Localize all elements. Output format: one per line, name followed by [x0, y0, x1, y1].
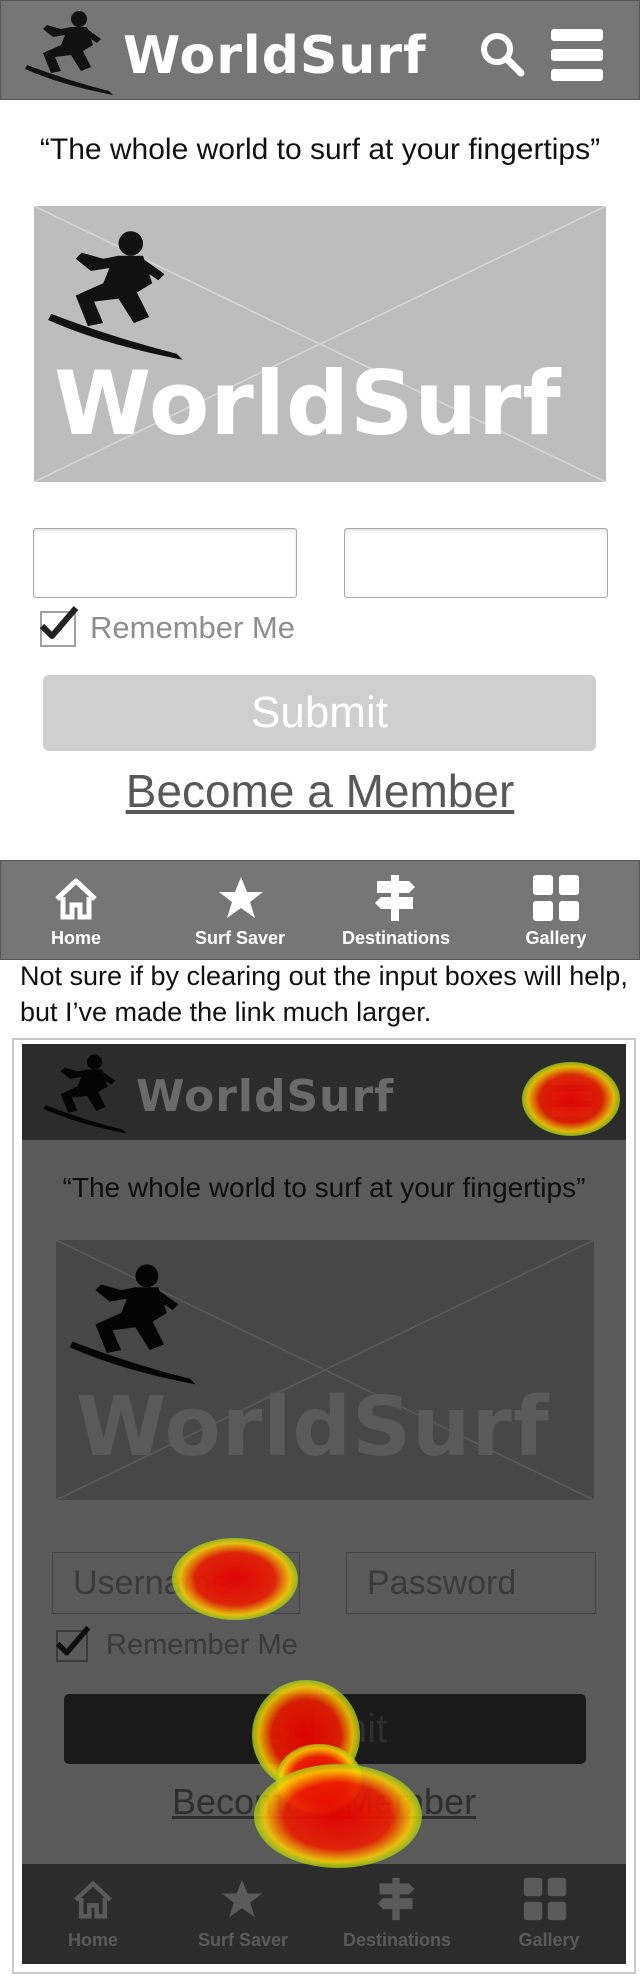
- become-member-link[interactable]: Become a Member: [0, 762, 640, 820]
- feedback-note: Not sure if by clearing out the input bo…: [20, 961, 628, 1027]
- shot-tab-home: Home: [67, 1930, 118, 1950]
- heat-spot-menu: [522, 1062, 620, 1136]
- star-icon: [221, 1879, 263, 1918]
- shot-tagline: “The whole world to surf at your fingert…: [62, 1172, 586, 1203]
- tab-home-label: Home: [50, 928, 101, 948]
- tab-surf-saver[interactable]: Surf Saver: [165, 861, 315, 959]
- star-icon: [219, 877, 263, 918]
- grid-icon: [523, 1877, 567, 1921]
- shot-hero-logo: WorldSurf: [76, 1380, 550, 1475]
- grid-icon: [533, 875, 579, 921]
- shot-tab-gallery: Gallery: [518, 1930, 580, 1950]
- checkmark-icon: [55, 1625, 91, 1656]
- hero-logo-text: WorldSurf: [54, 352, 562, 455]
- home-icon: [74, 1880, 112, 1919]
- password-field[interactable]: [344, 528, 608, 598]
- shot-password-placeholder: Password: [367, 1564, 517, 1602]
- surfer-logo-icon: [48, 231, 183, 360]
- header-title: WorldSurf: [123, 26, 427, 86]
- tab-bar: Home Surf Saver Destinations Gallery: [0, 860, 640, 960]
- checkmark-icon: [39, 606, 79, 639]
- heatmap-screenshot: WorldSurf “The whole world to surf at yo…: [12, 1038, 636, 1974]
- shot-tab-destinations: Destinations: [342, 1930, 452, 1950]
- tab-gallery[interactable]: Gallery: [481, 861, 631, 959]
- tab-destinations-label: Destinations: [341, 928, 451, 948]
- surfer-logo-icon: [43, 1054, 127, 1134]
- tab-destinations[interactable]: Destinations: [321, 861, 471, 959]
- heat-spot-username: [172, 1538, 298, 1620]
- home-icon: [55, 878, 97, 920]
- tab-surf-saver-label: Surf Saver: [194, 928, 286, 948]
- tagline: “The whole world to surf at your fingert…: [39, 133, 601, 166]
- app-header: WorldSurf: [0, 0, 640, 100]
- tab-gallery-label: Gallery: [525, 928, 587, 948]
- shot-tab-bar: Home Surf Saver Destinations Gallery: [22, 1864, 626, 1964]
- remember-label: Remember Me: [90, 610, 295, 645]
- menu-icon[interactable]: [549, 27, 605, 83]
- submit-button[interactable]: Submit: [43, 675, 596, 751]
- heat-spot-member-link: [254, 1764, 422, 1868]
- search-icon[interactable]: [479, 31, 525, 77]
- shot-password-field: Password: [346, 1552, 596, 1614]
- surfer-logo-icon: [25, 11, 113, 95]
- hero-image: WorldSurf: [34, 206, 606, 482]
- shot-tab-surf-saver: Surf Saver: [197, 1930, 289, 1950]
- tab-home[interactable]: Home: [1, 861, 151, 959]
- shot-remember-label: Remember Me: [106, 1629, 298, 1661]
- username-field[interactable]: [33, 528, 297, 598]
- signpost-icon: [377, 1877, 415, 1921]
- signpost-icon: [375, 875, 415, 921]
- shot-title: WorldSurf: [136, 1071, 395, 1122]
- surfer-logo-icon: [69, 1264, 196, 1385]
- shot-hero-image: WorldSurf: [56, 1240, 594, 1500]
- dimmed-app: WorldSurf “The whole world to surf at yo…: [22, 1044, 626, 1964]
